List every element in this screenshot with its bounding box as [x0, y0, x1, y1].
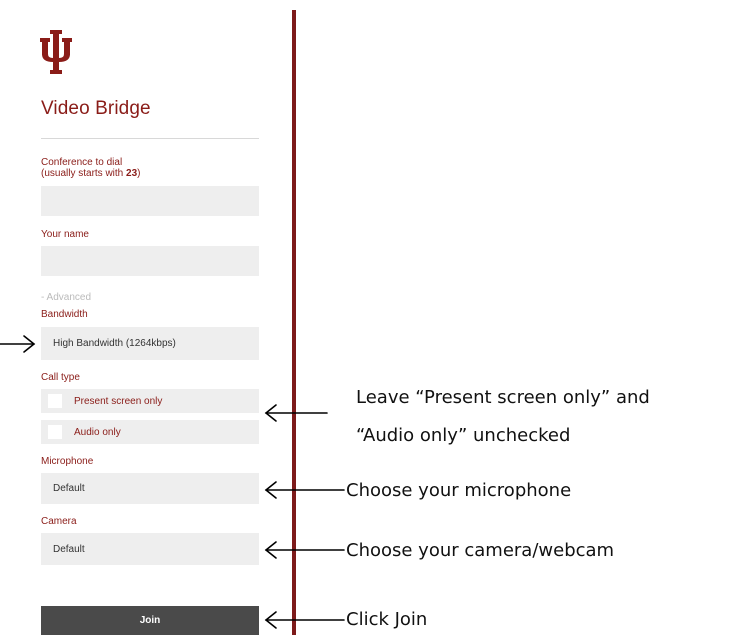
microphone-annotation: Choose your microphone: [346, 480, 572, 501]
call-type-annotation-line2: “Audio only” unchecked: [356, 425, 571, 446]
call-type-annotation-line1: Leave “Present screen only” and: [356, 387, 650, 408]
bandwidth-arrow-icon: [0, 335, 36, 353]
join-annotation: Click Join: [346, 609, 428, 630]
camera-arrow-icon: [264, 541, 345, 559]
call-type-arrow-icon: [264, 404, 328, 422]
join-arrow-icon: [264, 611, 345, 629]
microphone-arrow-icon: [264, 481, 345, 499]
camera-annotation: Choose your camera/webcam: [346, 540, 615, 561]
